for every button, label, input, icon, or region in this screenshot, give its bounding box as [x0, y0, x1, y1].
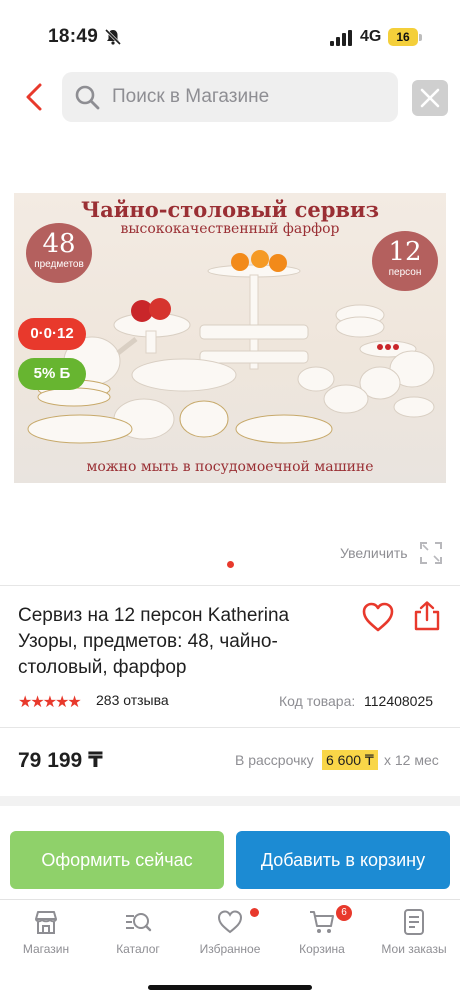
enlarge-link[interactable]: Увеличить: [340, 545, 408, 561]
tab-orders-label: Мои заказы: [381, 942, 447, 956]
signal-icon: [330, 30, 352, 46]
add-to-cart-button[interactable]: Добавить в корзину: [236, 831, 450, 889]
divider: [0, 585, 460, 586]
sku-label: Код товара:: [279, 693, 356, 709]
sku-value: 112408025: [364, 693, 434, 709]
tab-cart-label: Корзина: [299, 942, 345, 956]
share-icon[interactable]: [412, 600, 442, 632]
status-bar: 18:49 4G 16: [0, 0, 460, 72]
tab-cart[interactable]: 6 Корзина: [276, 905, 368, 956]
carousel-dot: [227, 561, 234, 568]
rating-stars: ★★★★★: [18, 694, 82, 711]
cart-icon: [310, 911, 334, 933]
expand-icon[interactable]: [420, 542, 442, 564]
favorites-badge-dot: [250, 908, 259, 917]
installment-amount: 6 600 ₸: [322, 750, 378, 770]
reviews-link[interactable]: 283 отзыва: [96, 692, 169, 708]
divider: [0, 727, 460, 728]
cart-badge: 6: [336, 905, 352, 921]
store-icon: [35, 911, 57, 934]
banner-footer: можно мыть в посудомоечной машине: [86, 459, 374, 475]
chevron-left-icon[interactable]: [20, 82, 48, 112]
installment-label: В рассрочку: [235, 752, 314, 768]
heart-icon: [217, 910, 243, 934]
product-page: 18:49 4G 16 Поиск в Магазине Чайно-столо…: [0, 0, 460, 1000]
tab-favorites-label: Избранное: [199, 942, 261, 956]
section-separator: [0, 796, 460, 806]
battery-cap: [419, 34, 422, 41]
close-icon: [420, 88, 440, 108]
heart-icon[interactable]: [361, 601, 395, 633]
product-title: Сервиз на 12 персон Katherina Узоры, пре…: [18, 605, 290, 678]
installment-badge: 0·0·12: [18, 318, 86, 350]
bonus-badge: 5% Б: [18, 358, 86, 390]
battery-icon: 16: [388, 28, 418, 46]
tab-store[interactable]: Магазин: [0, 908, 92, 956]
close-button[interactable]: [412, 80, 448, 116]
product-price: 79 199 ₸: [18, 749, 103, 772]
tab-store-label: Магазин: [22, 942, 70, 956]
search-placeholder: Поиск в Магазине: [112, 86, 270, 107]
status-time: 18:49: [48, 26, 99, 47]
catalog-search-icon: [126, 913, 152, 932]
tab-catalog[interactable]: Каталог: [92, 908, 184, 956]
orders-icon: [404, 909, 424, 935]
checkout-now-button[interactable]: Оформить сейчас: [10, 831, 224, 889]
bell-slash-icon: [104, 28, 122, 46]
home-indicator[interactable]: [148, 985, 312, 990]
installment-term: x 12 мес: [384, 752, 439, 768]
search-input[interactable]: Поиск в Магазине: [62, 72, 398, 122]
tab-favorites[interactable]: Избранное: [184, 908, 276, 956]
tab-catalog-label: Каталог: [116, 942, 160, 956]
tab-orders[interactable]: Мои заказы: [368, 908, 460, 956]
search-icon: [75, 85, 100, 110]
network-type: 4G: [360, 28, 382, 45]
